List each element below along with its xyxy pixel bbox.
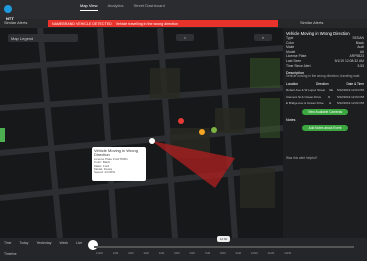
- timeline-label: Timeline: [4, 252, 17, 256]
- tick-label: 12PM: [284, 252, 292, 255]
- table-row[interactable]: Clement St & Ocean Drive N 5/22/2019 12:…: [286, 94, 364, 100]
- row-location: Clement St & Ocean Drive: [286, 94, 322, 99]
- map-search-control[interactable]: ⌕: [254, 34, 272, 41]
- tick-label: 12AM: [96, 252, 103, 255]
- sidebar-toggle[interactable]: [0, 128, 5, 142]
- col-direction: Direction: [315, 81, 329, 86]
- filter-yesterday[interactable]: Yesterday: [36, 241, 51, 245]
- filter-week[interactable]: Week: [59, 241, 68, 245]
- field-row: Time Since Alert 3:53: [286, 64, 364, 69]
- marker-red: [178, 118, 184, 124]
- time-filter-group: Time Today Yesterday Week Live: [4, 241, 82, 245]
- row-location: Robert Ave & W Lopez Street: [286, 87, 326, 92]
- tick-label: 1AM: [112, 252, 119, 255]
- map-view[interactable]: [0, 28, 283, 238]
- notes-heading: Notes: [286, 117, 296, 122]
- nav-tabs: Map View Analytics Street Dashboard: [80, 0, 165, 11]
- alert-message-2: Vehicle travelling in the wrong directio…: [115, 21, 178, 26]
- row-time: 5/22/2019 12:04 PM: [336, 87, 364, 92]
- tab-analytics[interactable]: Analytics: [108, 0, 124, 11]
- tick-label: 4AM: [158, 252, 165, 255]
- table-row[interactable]: Robert Ave & W Lopez Street SE 5/22/2019…: [286, 87, 364, 93]
- vehicle-marker: [149, 138, 155, 144]
- table-row[interactable]: E Bridge Ave & Ocean Drive E 5/22/2019 1…: [286, 102, 364, 106]
- brand-logo: NTT: [6, 16, 14, 21]
- row-time: 5/22/2019 12:03 PM: [336, 94, 364, 99]
- tick-label: 2AM: [128, 252, 134, 255]
- field-key: Time Since Alert: [286, 63, 311, 68]
- alert-banner[interactable]: NAMEBRAND VEHICLE DETECTED Vehicle trave…: [48, 20, 278, 27]
- tick-label: 11AM: [267, 252, 275, 255]
- popup-line: Speed: 44 MPH: [94, 170, 116, 175]
- helpful-prompt: Was this alert helpful?: [286, 155, 318, 160]
- app-logo: [4, 5, 12, 13]
- similar-alerts-right[interactable]: Similar Alerts: [300, 20, 323, 25]
- marker-green: [211, 127, 217, 133]
- tab-map-view[interactable]: Map View: [80, 0, 98, 11]
- view-cameras-button[interactable]: View Available Cameras: [302, 108, 348, 115]
- tick-label: 3AM: [143, 252, 149, 255]
- row-direction: N: [327, 94, 331, 99]
- row-time: 5/22/2019 12:02 PM: [336, 101, 364, 106]
- alert-message-1: NAMEBRAND VEHICLE DETECTED: [52, 21, 112, 26]
- filter-today[interactable]: Today: [19, 241, 28, 245]
- timeline-ticks: 12AM 1AM 2AM 3AM 4AM 5AM 6AM 7AM 8AM 9AM…: [96, 252, 291, 255]
- marker-orange: [199, 129, 205, 135]
- detail-panel: Vehicle Moving in Wrong Direction Type SE…: [283, 28, 367, 238]
- tick-label: 6AM: [189, 252, 195, 255]
- tick-label: 5AM: [174, 252, 180, 255]
- time-filter-label: Time: [4, 241, 12, 245]
- location-table-header: Location Direction Date & Time: [286, 82, 364, 86]
- tick-label: 7AM: [204, 252, 211, 255]
- map-home-control[interactable]: ⌂: [176, 34, 194, 41]
- timeline-track[interactable]: [94, 246, 354, 248]
- filter-live[interactable]: Live: [76, 241, 82, 245]
- street-map: [0, 28, 283, 238]
- add-notes-button[interactable]: Add Notes about Event: [302, 124, 348, 131]
- row-direction: SE: [329, 87, 334, 92]
- field-value: 3:53: [357, 63, 364, 68]
- tab-street-dashboard[interactable]: Street Dashboard: [134, 0, 165, 11]
- row-direction: E: [329, 101, 332, 106]
- map-legend-toggle[interactable]: Map Legend: [8, 34, 78, 42]
- vehicle-popup: Vehicle Moving in Wrong Direction Licens…: [92, 147, 146, 181]
- col-datetime: Date & Time: [346, 81, 364, 86]
- top-bar: Map View Analytics Street Dashboard: [0, 0, 367, 19]
- tick-label: 8AM: [220, 252, 226, 255]
- timeline-thumb[interactable]: 12:00: [217, 236, 230, 242]
- col-location: Location: [286, 81, 299, 86]
- description-text: Vehicle moving in the wrong direction, t…: [286, 74, 360, 79]
- row-location: E Bridge Ave & Ocean Drive: [286, 101, 324, 106]
- play-button[interactable]: [88, 240, 98, 250]
- tick-label: 10AM: [250, 252, 258, 255]
- tick-label: 9AM: [235, 252, 241, 255]
